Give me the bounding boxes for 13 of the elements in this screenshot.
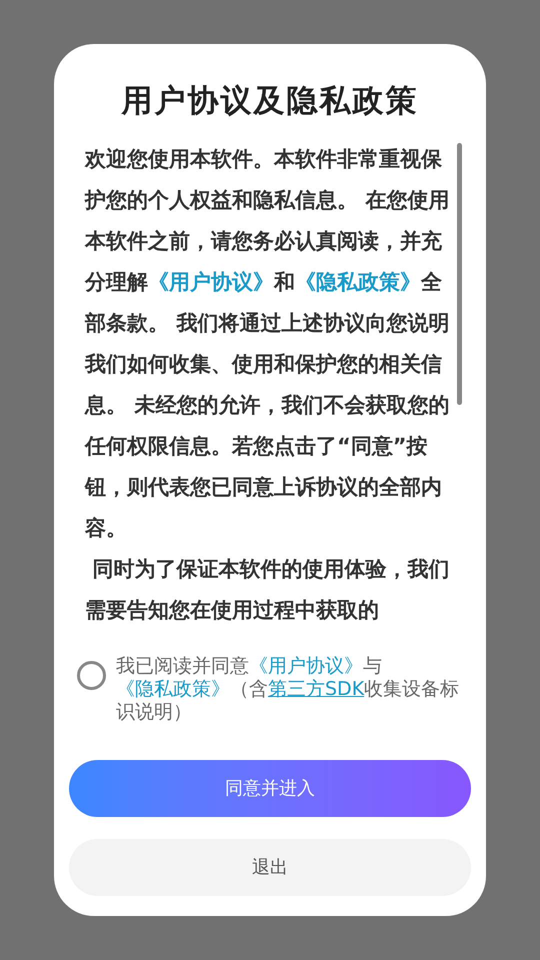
sdk-link[interactable]: 第三方SDK — [268, 678, 364, 700]
policy-link[interactable]: 《隐私政策》 — [295, 270, 421, 294]
radio-button[interactable] — [77, 660, 106, 690]
exit-button[interactable]: 退出 — [69, 838, 471, 896]
dialog-title: 用户协议及隐私政策 — [120, 82, 420, 121]
agreement-paragraph: 同时为了保证本软件的使用体验，我们需要告知您在使用过程中获取的 — [85, 556, 450, 624]
consent-text: 我已阅读并同意《用户协议》与 《隐私政策》（含第三方SDK收集设备标识说明） — [116, 654, 460, 724]
agreement-paragraph: 欢迎您使用本软件。本软件非常重视保护您的个人权益和隐私信息。 在您使用本软件之前，请您务必认真阅读，并充分理解《用户协议》和《隐私政策》全部条款。 我们将通过上述协议向您说明我们如何收集、使用和保护您的相关信息。 未经您的允许，我们不会获取您的任何权限信息。若您点击了“同意”按钮，则代表您已同意上诉协议的全部内容。 — [85, 146, 450, 542]
agree-button[interactable]: 同意并进入 — [69, 760, 471, 816]
policy-link[interactable]: 《用户协议》 — [249, 654, 363, 676]
scrollbar[interactable] — [457, 142, 462, 404]
policy-link[interactable]: 《隐私政策》 — [116, 678, 230, 700]
policy-link[interactable]: 《用户协议》 — [148, 270, 274, 294]
